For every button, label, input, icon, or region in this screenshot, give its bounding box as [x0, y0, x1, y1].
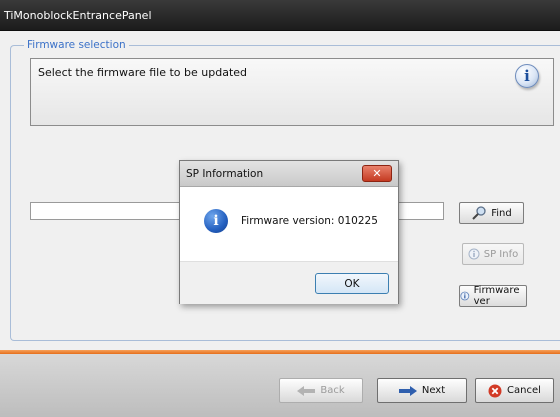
info-icon	[468, 248, 480, 260]
title-bar: TiMonoblockEntrancePanel	[0, 0, 560, 31]
cancel-button[interactable]: Cancel	[475, 378, 554, 403]
next-button-label: Next	[421, 385, 446, 396]
find-button-label: Find	[491, 207, 512, 219]
next-button[interactable]: Next	[377, 378, 467, 403]
sp-info-button[interactable]: SP Info	[462, 243, 524, 265]
instruction-text: Select the firmware file to be updated	[38, 66, 248, 79]
info-icon: i	[204, 209, 228, 233]
close-icon[interactable]: ✕	[362, 165, 392, 182]
instruction-panel: Select the firmware file to be updated i	[30, 58, 554, 126]
window-title: TiMonoblockEntrancePanel	[4, 9, 152, 22]
ok-button[interactable]: OK	[315, 273, 389, 294]
cancel-button-label: Cancel	[507, 385, 541, 396]
dialog-title: SP Information	[186, 168, 264, 180]
next-arrow-icon	[398, 385, 417, 396]
sp-info-button-label: SP Info	[483, 248, 519, 260]
cancel-icon	[488, 384, 502, 397]
back-button-label: Back	[320, 385, 345, 396]
dialog-title-bar: SP Information ✕	[180, 161, 398, 187]
find-button[interactable]: Find	[459, 202, 524, 224]
sp-information-dialog: SP Information ✕ i Firmware version: 010…	[179, 160, 399, 304]
firmware-ver-button-label: Firmware ver	[473, 285, 520, 307]
dialog-message: Firmware version: 010225	[241, 215, 378, 227]
back-button[interactable]: Back	[279, 378, 363, 403]
info-icon	[460, 291, 470, 301]
info-icon: i	[515, 64, 539, 88]
back-arrow-icon	[297, 385, 316, 396]
dialog-button-bar: OK	[180, 261, 398, 304]
magnifier-icon	[472, 206, 486, 220]
firmware-selection-legend: Firmware selection	[24, 39, 129, 51]
firmware-ver-button[interactable]: Firmware ver	[459, 285, 527, 307]
